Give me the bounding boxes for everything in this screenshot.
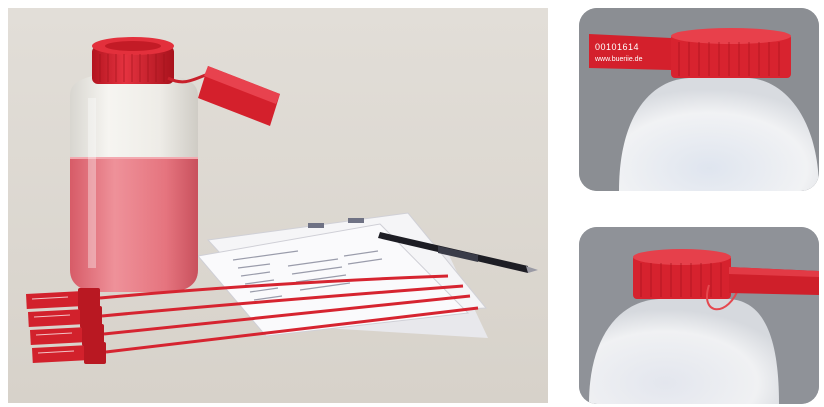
seal-closeup-illustration: [579, 8, 819, 191]
bottle-cap: [92, 37, 174, 84]
cap-closeup-illustration: [579, 227, 819, 404]
product-illustration: [8, 8, 548, 403]
inset-cap-closeup: [579, 227, 819, 404]
seal-url-text: www.bueriie.de: [595, 56, 643, 63]
seal-tag: [589, 34, 671, 70]
seal-number-text: 00101614: [595, 42, 640, 52]
sample-bottle: [70, 74, 198, 292]
main-product-photo: [8, 8, 548, 403]
inset-seal-closeup: 00101614 www.bueriie.de: [579, 8, 819, 191]
